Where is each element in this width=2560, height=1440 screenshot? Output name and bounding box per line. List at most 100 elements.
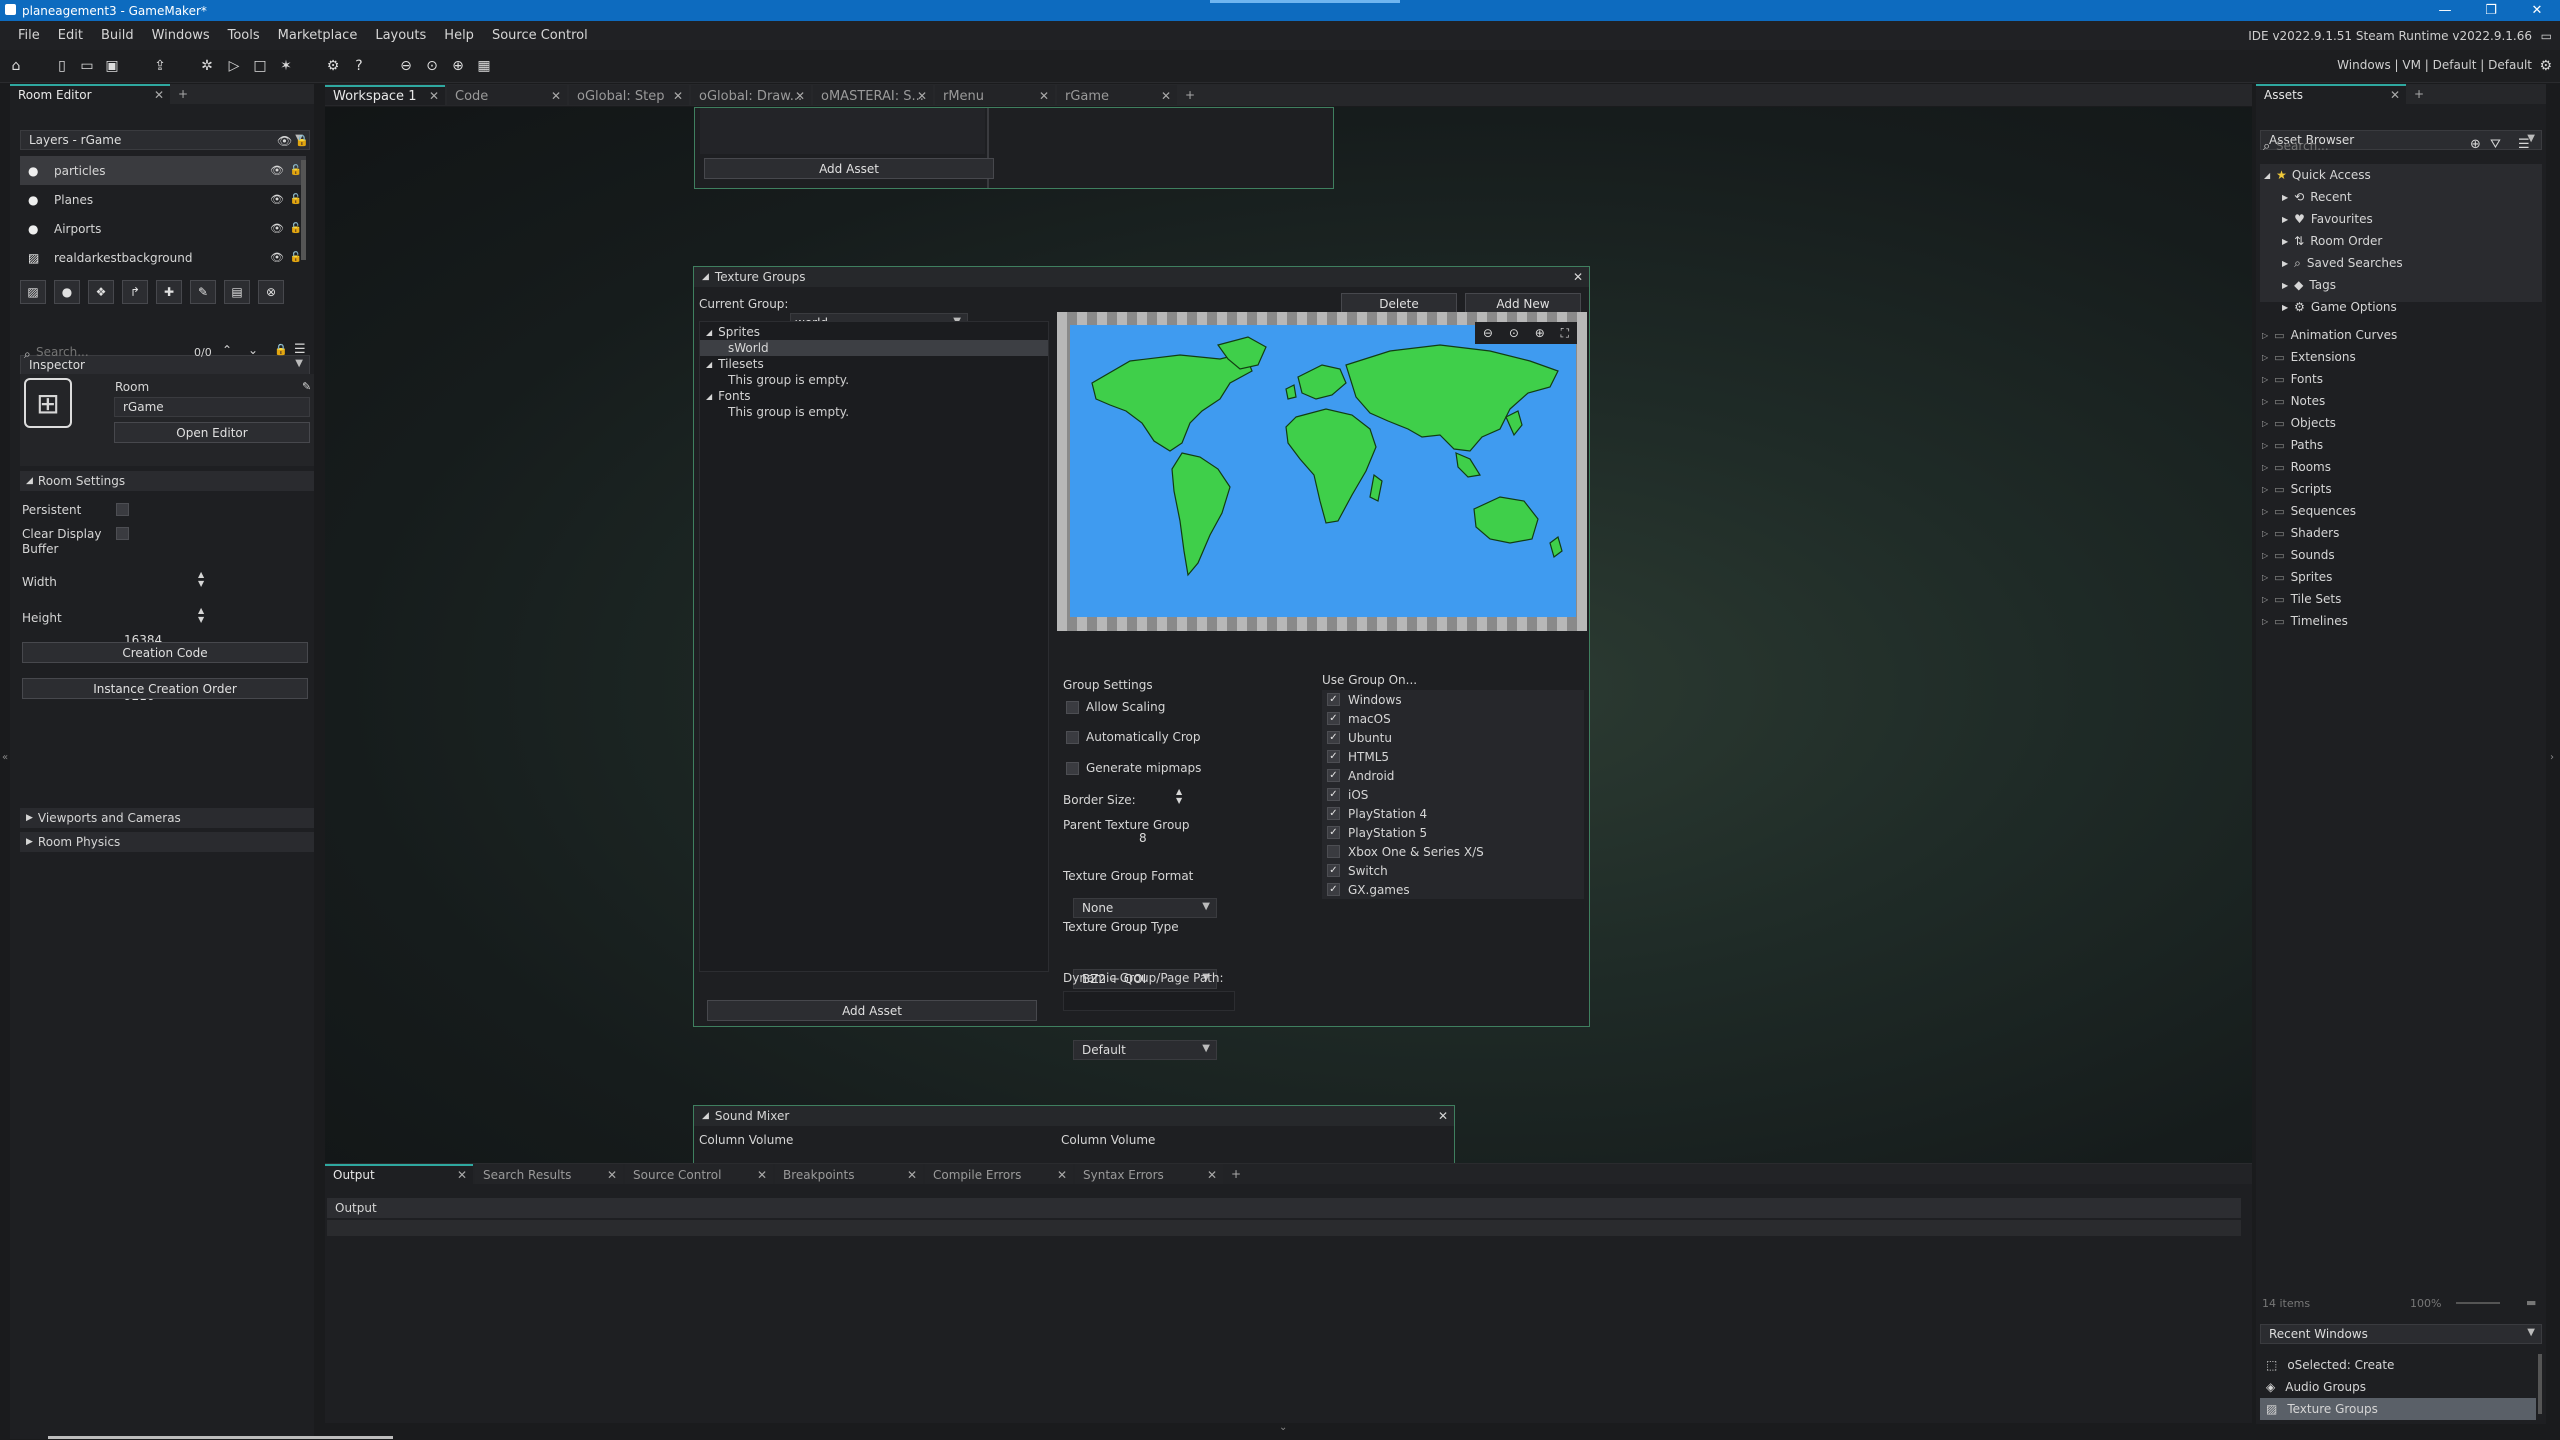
room-settings-header[interactable]: ◢ Room Settings bbox=[20, 471, 314, 491]
chevron-down-icon[interactable]: ⌄ bbox=[248, 343, 258, 357]
add-tab-icon[interactable]: + bbox=[1231, 1167, 1241, 1181]
close-icon[interactable]: ✕ bbox=[607, 1168, 617, 1182]
close-icon[interactable]: ✕ bbox=[154, 88, 164, 102]
delete-button[interactable]: Delete bbox=[1341, 293, 1457, 314]
platform-row[interactable]: ✓ GX.games bbox=[1322, 880, 1584, 899]
recent-window-item[interactable]: ◈ Audio Groups bbox=[2260, 1376, 2536, 1398]
persistent-checkbox[interactable] bbox=[116, 503, 129, 516]
collapse-icon[interactable]: ◢ bbox=[702, 1111, 709, 1121]
save-icon[interactable]: ▣ bbox=[102, 56, 122, 76]
tab-output-2[interactable]: Source Control ✕ bbox=[625, 1164, 773, 1184]
layer-scrollbar[interactable] bbox=[301, 160, 306, 260]
recent-window-item[interactable]: ⬚ oSelected: Create bbox=[2260, 1354, 2536, 1376]
allow-scaling-checkbox[interactable] bbox=[1066, 701, 1079, 714]
filter-icon[interactable]: ⛛ bbox=[2490, 137, 2501, 152]
add-background-layer-icon[interactable]: ▨ bbox=[20, 280, 46, 304]
game-options-icon[interactable]: ⚙ bbox=[323, 56, 343, 76]
quick-access-item[interactable]: ▶ ⇅ Room Order bbox=[2260, 230, 2542, 252]
close-icon[interactable]: ✕ bbox=[1039, 89, 1049, 103]
collapse-icon[interactable]: ◢ bbox=[702, 272, 709, 282]
lock-icon[interactable]: 🔒 bbox=[274, 343, 288, 356]
zoom-reset-icon[interactable]: ⊙ bbox=[422, 56, 442, 76]
close-icon[interactable]: ✕ bbox=[1573, 270, 1583, 284]
tree-sprites[interactable]: ◢ Sprites bbox=[700, 324, 1048, 340]
menu-marketplace[interactable]: Marketplace bbox=[269, 28, 367, 43]
asset-folder[interactable]: ▷ ▭ Shaders bbox=[2260, 522, 2542, 544]
tag-icon[interactable]: ✎ bbox=[302, 380, 311, 393]
menu-icon[interactable]: ☰ bbox=[2518, 137, 2530, 152]
height-stepper-icon[interactable]: ▲ ▼ bbox=[198, 606, 204, 624]
quick-access-item[interactable]: ▶ ⌕ Saved Searches bbox=[2260, 252, 2542, 274]
add-effect-layer-icon[interactable]: ✎ bbox=[190, 280, 216, 304]
clear-display-checkbox[interactable] bbox=[116, 527, 129, 540]
menu-tools[interactable]: Tools bbox=[219, 28, 269, 43]
zoom-out-icon[interactable]: ⊖ bbox=[396, 56, 416, 76]
zoom-reset-icon[interactable]: ⊙ bbox=[1509, 326, 1519, 340]
close-icon[interactable]: ✕ bbox=[907, 1168, 917, 1182]
add-new-button[interactable]: Add New bbox=[1465, 293, 1581, 314]
tree-tilesets[interactable]: ◢ Tilesets bbox=[700, 356, 1048, 372]
chat-icon[interactable]: ▭ bbox=[2541, 29, 2552, 43]
tab-workspace-5[interactable]: rMenu ✕ bbox=[935, 85, 1055, 105]
platform-checkbox[interactable]: ✓ bbox=[1327, 788, 1340, 801]
tab-workspace-4[interactable]: oMASTERAI: S... ✕ bbox=[813, 85, 933, 105]
clean-icon[interactable]: ✶ bbox=[276, 56, 296, 76]
close-icon[interactable]: ✕ bbox=[457, 1168, 467, 1182]
close-icon[interactable]: ✕ bbox=[1057, 1168, 1067, 1182]
layer-item[interactable]: ● Airports 👁 🔓 bbox=[20, 214, 306, 243]
close-icon[interactable]: ✕ bbox=[673, 89, 683, 103]
close-icon[interactable]: ✕ bbox=[1161, 89, 1171, 103]
add-tab-icon[interactable]: + bbox=[2414, 87, 2424, 101]
tab-output-3[interactable]: Breakpoints ✕ bbox=[775, 1164, 923, 1184]
add-asset-button[interactable]: Add Asset bbox=[707, 1000, 1037, 1021]
gen-mipmaps-checkbox[interactable] bbox=[1066, 762, 1079, 775]
open-editor-button[interactable]: Open Editor bbox=[114, 422, 310, 443]
asset-folder[interactable]: ▷ ▭ Notes bbox=[2260, 390, 2542, 412]
platform-checkbox[interactable]: ✓ bbox=[1327, 693, 1340, 706]
asset-folder[interactable]: ▷ ▭ Objects bbox=[2260, 412, 2542, 434]
minimize-icon[interactable]: — bbox=[2422, 0, 2468, 21]
close-icon[interactable]: ✕ bbox=[551, 89, 561, 103]
platform-checkbox[interactable]: ✓ bbox=[1327, 750, 1340, 763]
menu-help[interactable]: Help bbox=[435, 28, 483, 43]
asset-folder[interactable]: ▷ ▭ Tile Sets bbox=[2260, 588, 2542, 610]
dynamic-path-input[interactable] bbox=[1063, 991, 1235, 1011]
menu-source-control[interactable]: Source Control bbox=[483, 28, 597, 43]
close-icon[interactable]: ✕ bbox=[917, 89, 927, 103]
close-icon[interactable]: ✕ bbox=[1207, 1168, 1217, 1182]
platform-row[interactable]: ✓ Android bbox=[1322, 766, 1584, 785]
eye-icon[interactable]: 👁 bbox=[270, 222, 284, 235]
collapse-right-icon[interactable]: › bbox=[2550, 752, 2554, 763]
platform-checkbox[interactable]: ✓ bbox=[1327, 864, 1340, 877]
eye-icon[interactable]: 👁 bbox=[277, 134, 292, 148]
platform-checkbox[interactable]: ✓ bbox=[1327, 807, 1340, 820]
platform-checkbox[interactable]: ✓ bbox=[1327, 883, 1340, 896]
recent-scrollbar[interactable] bbox=[2538, 1354, 2542, 1414]
border-size-stepper-icon[interactable]: ▲ ▼ bbox=[1176, 787, 1182, 805]
platform-row[interactable]: ✓ HTML5 bbox=[1322, 747, 1584, 766]
asset-search-input[interactable] bbox=[2276, 136, 2456, 156]
asset-folder[interactable]: ▷ ▭ Timelines bbox=[2260, 610, 2542, 632]
quick-access-item[interactable]: ▶ ♥ Favourites bbox=[2260, 208, 2542, 230]
tab-output-0[interactable]: Output ✕ bbox=[325, 1164, 473, 1184]
platform-checkbox[interactable]: ✓ bbox=[1327, 826, 1340, 839]
add-folder-icon[interactable]: ▤ bbox=[224, 280, 250, 304]
list-view-icon[interactable]: ▬ bbox=[2526, 1296, 2536, 1309]
lock-icon[interactable]: 🔒 bbox=[295, 134, 309, 147]
recent-windows-dropdown[interactable]: Recent Windows ▼ bbox=[2260, 1324, 2542, 1344]
menu-edit[interactable]: Edit bbox=[49, 28, 92, 43]
platform-row[interactable]: Xbox One & Series X/S bbox=[1322, 842, 1584, 861]
quick-access-item[interactable]: ▶ ⟲ Recent bbox=[2260, 186, 2542, 208]
tab-output-5[interactable]: Syntax Errors ✕ bbox=[1075, 1164, 1223, 1184]
layer-item[interactable]: ● particles 👁 🔓 bbox=[20, 156, 306, 185]
quick-access-header[interactable]: ◢ ★ Quick Access bbox=[2260, 164, 2542, 186]
create-executable-icon[interactable]: ⇪ bbox=[150, 56, 170, 76]
layer-item[interactable]: ● Planes 👁 🔓 bbox=[20, 185, 306, 214]
texture-preview[interactable]: ⊖ ⊙ ⊕ ⛶ bbox=[1057, 312, 1587, 631]
type-dropdown[interactable]: Default ▼ bbox=[1073, 1040, 1217, 1060]
platform-row[interactable]: ✓ Windows bbox=[1322, 690, 1584, 709]
add-asset-button[interactable]: Add Asset bbox=[704, 158, 994, 179]
run-icon[interactable]: ▷ bbox=[224, 56, 244, 76]
platform-row[interactable]: ✓ macOS bbox=[1322, 709, 1584, 728]
close-icon[interactable]: ✕ bbox=[1438, 1109, 1448, 1123]
